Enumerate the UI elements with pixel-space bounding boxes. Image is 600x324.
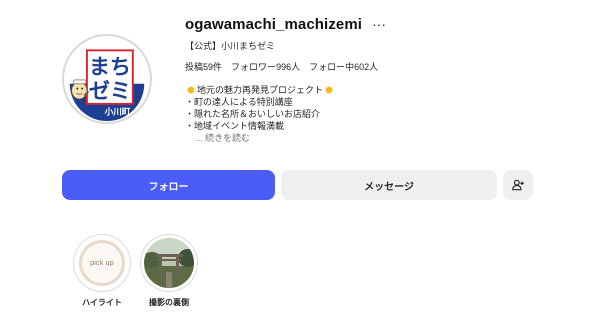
bio-text-1: 地元の魅力再発見プロジェクト (197, 85, 324, 95)
read-more-link[interactable]: ... 続きを読む (185, 132, 335, 144)
avatar-ring: まち ゼミ 小川町 (62, 34, 152, 124)
bio-line-2: ・町の達人による特別講座 (185, 97, 293, 107)
highlight-label: ハイライト (82, 298, 122, 307)
bio-line-3: ・隠れた名所＆おいしいお店紹介 (185, 109, 321, 119)
profile-bio: 地元の魅力再発見プロジェクト ・町の達人による特別講座 ・隠れた名所＆おいしいお… (185, 84, 335, 144)
bio-line-1: 地元の魅力再発見プロジェクト (185, 84, 335, 96)
more-horizontal-icon[interactable]: ··· (372, 17, 386, 31)
stat-followers-label: フォロワー (231, 62, 277, 72)
logo-text-zemi: ゼミ (89, 78, 131, 103)
bio-line-4: ・地域イベント情報満載 (185, 121, 285, 131)
message-button[interactable]: メッセージ (281, 170, 497, 200)
machizemi-logo: まち ゼミ 小川町 (64, 36, 150, 122)
pickup-badge: pick up (79, 240, 125, 286)
stat-following-label: フォロー中 (309, 62, 355, 72)
add-person-icon (512, 179, 524, 191)
sun-icon (324, 85, 334, 95)
stat-posts-value: 59 (203, 62, 214, 72)
highlight-item[interactable]: 撮影の裏側 (139, 234, 199, 308)
sun-icon (186, 85, 196, 95)
highlight-cover: pick up (77, 238, 127, 288)
highlight-cover (144, 238, 194, 288)
stat-following[interactable]: フォロー中602人 (309, 60, 378, 73)
pickup-text: pick up (90, 259, 114, 267)
stat-following-value: 602 (354, 62, 370, 72)
full-name: 【公式】小川まちゼミ (185, 41, 276, 51)
follow-button[interactable]: フォロー (62, 170, 275, 200)
highlight-cover-ring: pick up (73, 234, 131, 292)
username: ogawamachi_machizemi (185, 15, 363, 33)
stat-followers-unit: 人 (291, 62, 301, 72)
suggest-button[interactable] (503, 170, 533, 200)
profile-avatar[interactable]: まち ゼミ 小川町 (62, 24, 152, 132)
highlight-item[interactable]: pick up ハイライト (72, 234, 132, 308)
stat-followers[interactable]: フォロワー996人 (231, 60, 300, 73)
highlight-cover-ring (140, 234, 198, 292)
stat-following-unit: 人 (369, 62, 379, 72)
profile-stats: 投稿59件 フォロワー996人 フォロー中602人 (185, 60, 378, 73)
stat-posts-label: 投稿 (185, 62, 204, 72)
logo-text-ogawamachi: 小川町 (104, 105, 131, 117)
stat-posts-unit: 件 (213, 62, 223, 72)
highlight-label: 撮影の裏側 (149, 298, 189, 307)
stat-posts: 投稿59件 (185, 60, 222, 73)
logo-text-machi: まち (89, 54, 131, 79)
username-row: ogawamachi_machizemi ··· (185, 13, 386, 35)
torii-photo-icon (144, 238, 194, 288)
stat-followers-value: 996 (276, 62, 292, 72)
